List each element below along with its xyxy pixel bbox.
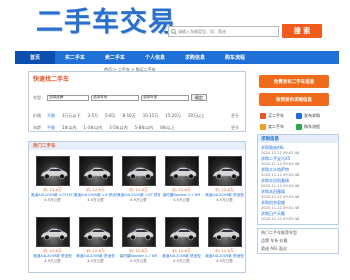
quick-link-sell[interactable]: 卖二手车 (260, 122, 296, 131)
car-photo[interactable] (207, 156, 242, 186)
nav-sell[interactable]: 卖二手车 (95, 51, 135, 64)
hot-cars-panel: 热门二手车 价: 12.6万奥迪A4L2009款 2.0TFSI 舒适型4.9万… (28, 141, 246, 273)
main-nav: 首页 买二手车 卖二手车 个人信息 求购信息 购车流程 (15, 51, 339, 64)
recommend-box: 热门二手车推荐车型 品牌 车系 价格 奥迪 A6L 面议 (257, 228, 339, 254)
quick-search-title: 快速找二手车 (33, 75, 70, 83)
car-photo[interactable] (35, 156, 70, 186)
quick-search-panel: 快速找二手车 车型： 选择品牌 选择车系 选择车型 确定 价格 不限 3万元以下… (28, 71, 246, 132)
car-photo[interactable] (207, 217, 242, 247)
nav-home[interactable]: 首页 (15, 51, 55, 64)
quick-link-process[interactable]: 购车流程 (296, 122, 332, 131)
age-option[interactable]: 5-8年以内 (135, 125, 154, 131)
car-card[interactable]: 价: 12.6万 奥迪A4L2009款 舒适型 4.9万公里 (31, 217, 74, 272)
price-option[interactable]: 不限 (47, 113, 55, 119)
price-label: 价格 (33, 113, 41, 118)
car-mileage: 4.9万公里 (87, 197, 104, 202)
quick-link-want[interactable]: 发布求购 (296, 111, 332, 120)
more-link[interactable]: 更多 (231, 113, 239, 119)
car-card[interactable]: 价: 12.6万 保时捷Boxster 2.7 6M 4.9万公里 (160, 156, 203, 211)
search-button[interactable]: 搜 索 (282, 24, 322, 38)
price-option[interactable]: 8-10万 (123, 113, 136, 119)
recommend-row[interactable]: 奥迪 A6L 面议 (258, 245, 338, 253)
series-select[interactable]: 选择车系 (91, 94, 139, 101)
price-option[interactable]: 20万以上 (188, 113, 205, 119)
site-logo[interactable]: 二手车交易 (36, 8, 176, 38)
recommend-title: 热门二手车推荐车型 (261, 230, 297, 235)
car-mileage: 4.9万公里 (44, 197, 61, 202)
car-card[interactable]: 价: 12.6万 奥迪A4L2009款 舒适型 4.9万公里 (203, 217, 246, 272)
right-sidebar: 免费发布二手车信息 收到发布求购信息 买二手车 发布求购 卖二手车 购车流程 求… (257, 75, 339, 254)
car-photo[interactable] (78, 217, 113, 247)
post-want-button[interactable]: 收到发布求购信息 (259, 93, 329, 106)
car-photo[interactable] (164, 217, 199, 247)
car-card[interactable]: 价: 12.6万 奥迪A4L2009款 1.8 舒适型 4.9万公里 (74, 156, 117, 211)
price-option[interactable]: 5-8万 (105, 113, 116, 119)
age-label: 车龄 (33, 125, 41, 130)
car-card[interactable]: 价: 12.6万奥迪A4L2009款 2.0TFSI 舒适型4.9万公里 (31, 156, 74, 211)
brand-select[interactable]: 选择品牌 (47, 94, 89, 101)
car-mileage: 4.9万公里 (216, 258, 233, 263)
car-card[interactable]: 价: 12.6万 保时捷Boxster 2.7 6M 4.9万公里 (117, 217, 160, 272)
car-photo[interactable] (121, 217, 156, 247)
car-mileage: 4.9万公里 (173, 258, 190, 263)
car-icon (260, 123, 266, 130)
price-option[interactable]: 3万元以下 (62, 113, 81, 119)
car-mileage: 4.9万公里 (130, 197, 147, 202)
car-card[interactable]: 价: 12.6万 奥迪A4L2009款 1.8T 舒适型 4.9万公里 (117, 156, 160, 211)
price-option[interactable]: 15-20万 (165, 113, 181, 119)
car-card[interactable]: 价: 12.6万 奥迪A4L2009款 舒适型 4.9万公里 (160, 217, 203, 272)
age-option[interactable]: 3-5年以内 (109, 125, 128, 131)
car-photo[interactable] (78, 156, 113, 186)
wanted-news-title: 求购信息 (258, 135, 338, 143)
confirm-button[interactable]: 确定 (191, 94, 207, 101)
car-mileage: 4.9万公里 (130, 258, 147, 263)
recommend-row: 品牌 车系 价格 (261, 238, 288, 243)
price-option[interactable]: 10-15万 (143, 113, 159, 119)
age-option[interactable]: 1-3年以内 (84, 125, 103, 131)
car-card[interactable]: 价: 12.6万 奥迪A4L2009款 舒适型 4.9万公里 (74, 217, 117, 272)
post-sell-button[interactable]: 免费发布二手车信息 (259, 75, 329, 88)
user-icon (260, 112, 266, 119)
car-mileage: 4.9万公里 (173, 197, 190, 202)
quick-link-buy[interactable]: 买二手车 (260, 111, 296, 120)
car-photo[interactable] (164, 156, 199, 186)
car-mileage: 4.9万公里 (216, 197, 233, 202)
car-card[interactable]: 价: 12.6万 奥迪A4L2009款 舒适型 4.9万公里 (203, 156, 246, 211)
price-option[interactable]: 3-5万 (88, 113, 99, 119)
age-option[interactable]: 1年以内 (62, 125, 77, 131)
car-mileage: 4.9万公里 (87, 258, 104, 263)
nav-profile[interactable]: 个人信息 (135, 51, 175, 64)
news-date: 2020-11-12 09:02:48 (261, 217, 300, 221)
search-icon (169, 27, 178, 36)
type-select[interactable]: 选择车型 (141, 94, 189, 101)
model-label: 车型： (33, 94, 45, 100)
more-link[interactable]: 更多 (231, 125, 239, 131)
search-placeholder: 请输入车辆类型、如：奥迪 (178, 28, 226, 34)
nav-buy[interactable]: 买二手车 (55, 51, 95, 64)
nav-process[interactable]: 购车流程 (215, 51, 255, 64)
nav-wanted[interactable]: 求购信息 (175, 51, 215, 64)
car-photo[interactable] (35, 217, 70, 247)
search-input[interactable]: 请输入车辆类型、如：奥迪 (168, 26, 279, 37)
age-option[interactable]: 不限 (47, 125, 55, 131)
wanted-news-box: 求购信息 求购奥迪A6L 2020-11-12 09:02:48 求购二手宝马X5… (257, 134, 339, 225)
hot-cars-title: 热门二手车 (29, 142, 245, 150)
car-photo[interactable] (121, 156, 156, 186)
doc-icon (296, 112, 302, 119)
list-icon (296, 123, 302, 130)
car-mileage: 4.9万公里 (44, 258, 61, 263)
age-option[interactable]: 8年以上 (160, 125, 175, 131)
